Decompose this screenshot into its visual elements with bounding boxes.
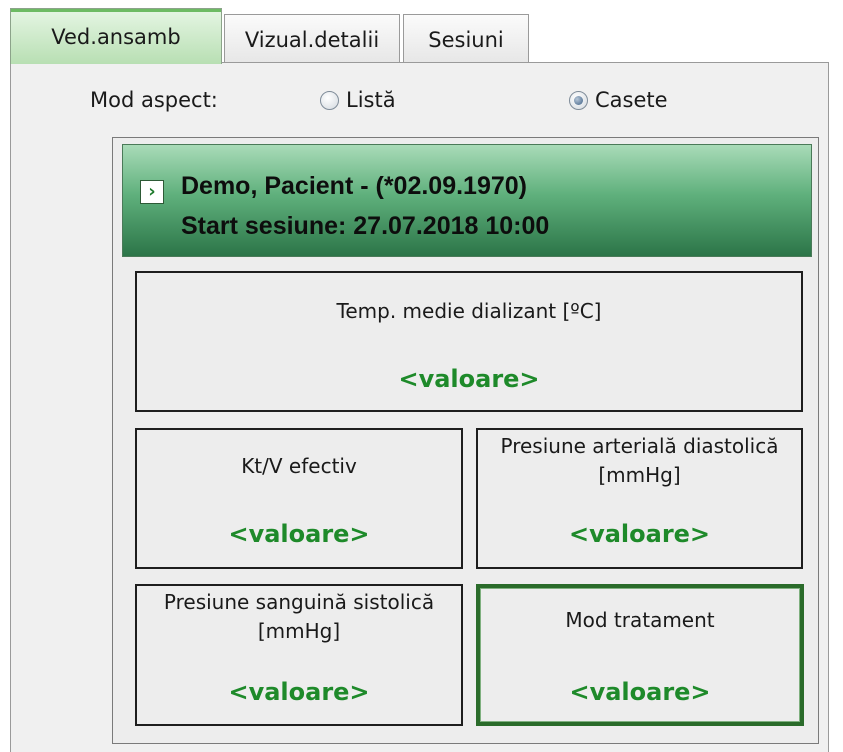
value-box-value: <valoare> — [228, 678, 370, 706]
value-box-label: Presiune arterială diastolică [mmHg] — [500, 434, 779, 487]
value-box-value: <valoare> — [228, 520, 370, 548]
value-box-temperature[interactable]: Temp. medie dializant [ºC] <valoare> — [135, 271, 803, 412]
value-box-ktv[interactable]: Kt/V efectiv <valoare> — [135, 428, 463, 569]
value-box-systolic[interactable]: Presiune sanguină sistolică [mmHg] <valo… — [135, 584, 463, 726]
radio-label: Listă — [346, 88, 396, 112]
radio-checked-icon — [569, 90, 588, 110]
value-box-label: Kt/V efectiv — [241, 454, 357, 478]
tab-label: Ved.ansamb — [51, 24, 181, 49]
radio-label: Casete — [595, 88, 668, 112]
view-mode-label: Mod aspect: — [90, 88, 218, 112]
tab-strip: Ved.ansamb Vizual.detalii Sesiuni — [10, 0, 843, 64]
tab-ved-ansamb[interactable]: Ved.ansamb — [10, 8, 222, 64]
tab-sesiuni[interactable]: Sesiuni — [403, 14, 529, 64]
tab-label: Vizual.detalii — [244, 27, 380, 52]
value-box-value: <valoare> — [398, 365, 540, 393]
expand-arrow-icon[interactable]: › — [140, 180, 164, 204]
value-box-value: <valoare> — [568, 520, 711, 548]
patient-name: Demo, Pacient - (*02.09.1970) — [181, 172, 527, 200]
radio-unchecked-icon — [320, 90, 339, 110]
radio-lista[interactable]: Listă — [320, 88, 396, 112]
value-box-value: <valoare> — [569, 678, 711, 706]
tab-vizual-detalii[interactable]: Vizual.detalii — [224, 14, 400, 64]
value-box-label: Presiune sanguină sistolică [mmHg] — [163, 590, 435, 643]
tab-label: Sesiuni — [428, 27, 504, 52]
radio-casete[interactable]: Casete — [569, 88, 668, 112]
value-box-treatment-mode[interactable]: Mod tratament <valoare> — [476, 584, 804, 726]
session-start: Start sesiune: 27.07.2018 10:00 — [181, 212, 550, 240]
value-box-diastolic[interactable]: Presiune arterială diastolică [mmHg] <va… — [476, 428, 803, 569]
value-box-label: Mod tratament — [565, 608, 715, 632]
value-box-label: Temp. medie dializant [ºC] — [336, 299, 602, 323]
